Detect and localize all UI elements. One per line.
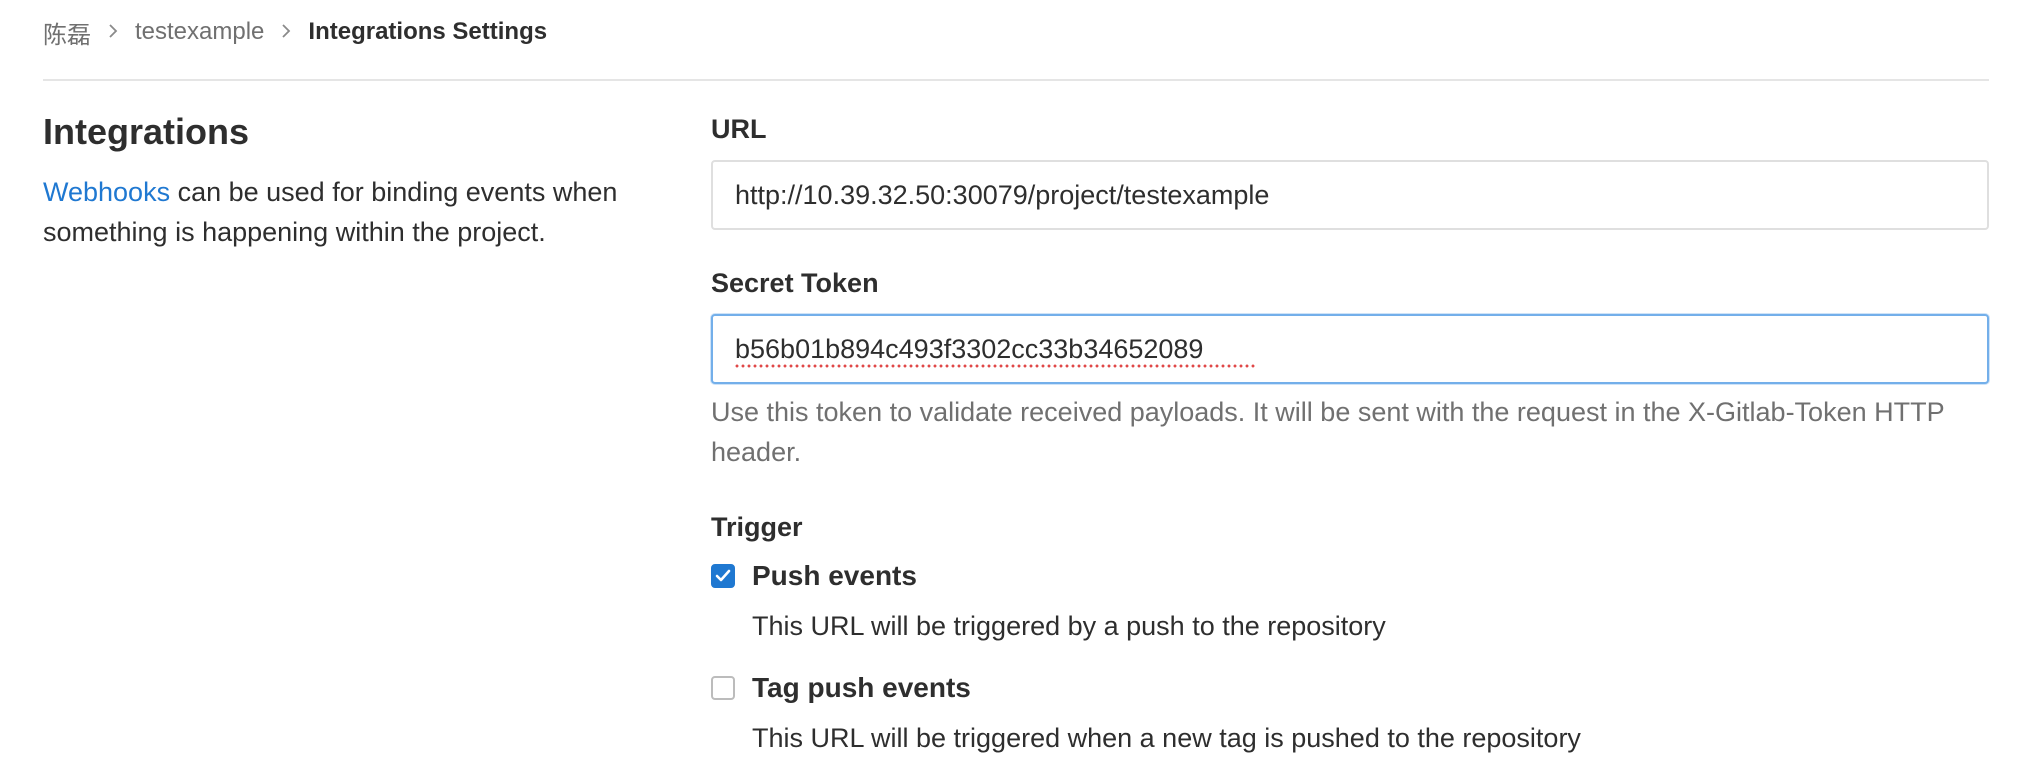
url-label: URL [711, 114, 767, 144]
url-field-group: URL [711, 112, 1989, 230]
trigger-item-push-events: Push events This URL will be triggered b… [711, 556, 1989, 646]
breadcrumb-item-user[interactable]: 陈磊 [43, 15, 91, 50]
chevron-right-icon [280, 19, 292, 45]
check-icon [715, 569, 731, 582]
push-events-checkbox[interactable] [711, 564, 735, 588]
secret-token-label: Secret Token [711, 268, 879, 298]
push-events-help: This URL will be triggered by a push to … [752, 611, 1386, 641]
secret-token-wrapper [711, 314, 1989, 384]
trigger-title: Trigger [711, 512, 803, 542]
webhook-form: URL Secret Token Use this token to valid… [711, 112, 1989, 780]
tag-push-events-checkbox[interactable] [711, 676, 735, 700]
page-title: Integrations [43, 111, 250, 152]
chevron-right-icon [107, 19, 119, 45]
tag-push-events-row: Tag push events [711, 668, 1989, 708]
intro-description: Webhooks can be used for binding events … [43, 172, 663, 252]
push-events-label[interactable]: Push events [752, 556, 917, 596]
breadcrumb-item-project[interactable]: testexample [135, 18, 264, 46]
breadcrumb-current: Integrations Settings [308, 18, 548, 45]
tag-push-events-help: This URL will be triggered when a new ta… [752, 723, 1581, 753]
tag-push-events-label[interactable]: Tag push events [752, 668, 971, 708]
secret-token-field-group: Secret Token Use this token to validate … [711, 266, 1989, 472]
integrations-intro: Integrations Webhooks can be used for bi… [43, 110, 663, 252]
webhooks-link[interactable]: Webhooks [43, 177, 170, 207]
push-events-row: Push events [711, 556, 1989, 596]
secret-token-input[interactable] [711, 314, 1989, 384]
spellcheck-underline [735, 364, 1255, 368]
secret-token-help: Use this token to validate received payl… [711, 397, 1945, 467]
trigger-item-tag-push-events: Tag push events This URL will be trigger… [711, 668, 1989, 758]
breadcrumb: 陈磊 testexample Integrations Settings [43, 14, 547, 50]
header-divider [43, 79, 1989, 81]
url-input[interactable] [711, 160, 1989, 230]
